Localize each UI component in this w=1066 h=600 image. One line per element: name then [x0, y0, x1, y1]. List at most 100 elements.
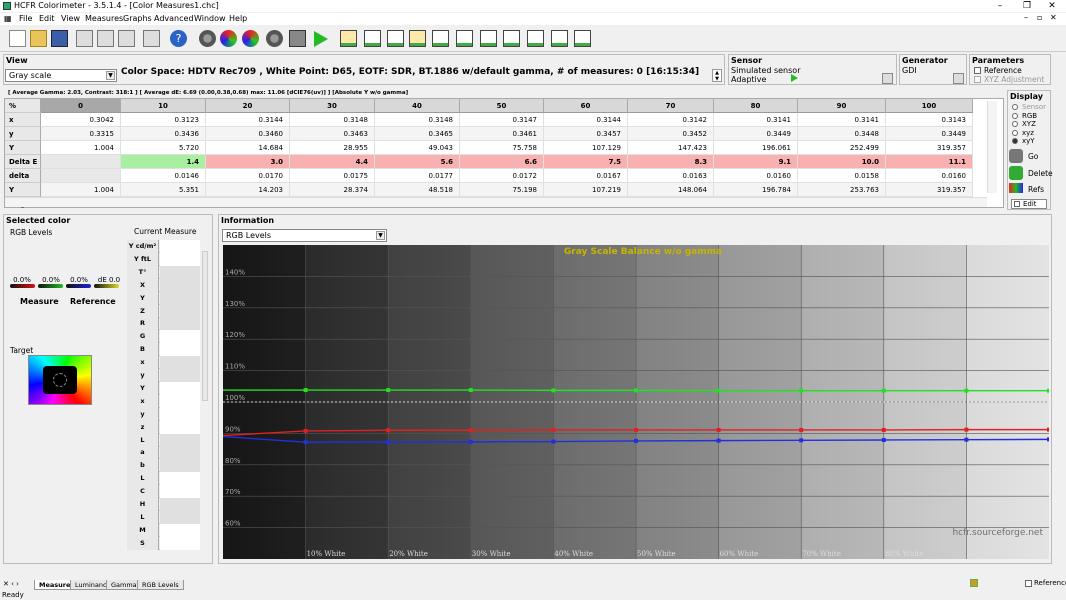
table-cell[interactable]: 252.499 — [798, 141, 886, 155]
open-folder-icon[interactable] — [30, 30, 47, 47]
table-cell[interactable]: 0.3465 — [375, 127, 460, 141]
table-cell[interactable]: 28.374 — [290, 183, 375, 197]
table-cell[interactable]: 148.064 — [628, 183, 714, 197]
table-cell[interactable]: 0.0170 — [206, 169, 290, 183]
table-cell[interactable]: 14.684 — [206, 141, 290, 155]
table-cell[interactable]: 8.3 — [628, 155, 714, 169]
cut-icon[interactable] — [76, 30, 93, 47]
graph-window-icon-8[interactable] — [503, 30, 520, 47]
display-radio-xyz[interactable] — [1012, 129, 1018, 136]
minimize-button[interactable]: – — [986, 0, 1014, 12]
table-cell[interactable]: 0.0167 — [544, 169, 628, 183]
table-cell[interactable]: 5.351 — [121, 183, 206, 197]
table-cell[interactable]: 0.3143 — [886, 113, 973, 127]
graph-window-icon-3[interactable] — [387, 30, 404, 47]
measure-scrollbar[interactable] — [202, 251, 208, 401]
graph-window-icon-5[interactable] — [432, 30, 449, 47]
menu-measures[interactable]: Measures — [85, 14, 123, 23]
menu-advanced[interactable]: Advanced — [154, 14, 194, 23]
column-header-20[interactable]: 20 — [206, 99, 290, 113]
table-cell[interactable]: 0.3452 — [628, 127, 714, 141]
table-cell[interactable]: 0.3141 — [714, 113, 798, 127]
paste-icon[interactable] — [118, 30, 135, 47]
graph-window-icon-6[interactable] — [456, 30, 473, 47]
new-document-icon[interactable] — [9, 30, 26, 47]
table-cell[interactable]: 319.357 — [886, 183, 973, 197]
table-cell[interactable]: 11.1 — [886, 155, 973, 169]
table-cell[interactable]: 147.423 — [628, 141, 714, 155]
table-cell[interactable]: 1.4 — [121, 155, 206, 169]
camera-icon[interactable] — [289, 30, 306, 47]
table-cell[interactable]: 0.3042 — [41, 113, 121, 127]
play-measure-icon[interactable] — [314, 31, 328, 47]
table-cell[interactable]: 0.3461 — [460, 127, 544, 141]
tab-rgb-levels[interactable]: RGB Levels — [137, 580, 184, 590]
edit-toggle[interactable]: Edit — [1011, 199, 1047, 209]
save-icon[interactable] — [51, 30, 68, 47]
table-cell[interactable]: 49.043 — [375, 141, 460, 155]
table-cell[interactable]: 7.5 — [544, 155, 628, 169]
table-cell[interactable]: 0.0146 — [121, 169, 206, 183]
table-vertical-scrollbar[interactable] — [987, 101, 997, 193]
rgb-pattern-icon[interactable] — [220, 30, 237, 47]
menu-help[interactable]: Help — [229, 14, 247, 23]
table-cell[interactable]: 5.6 — [375, 155, 460, 169]
table-cell[interactable]: 75.198 — [460, 183, 544, 197]
status-reference-checkbox[interactable] — [1025, 580, 1032, 587]
reference-checkbox[interactable] — [974, 67, 981, 74]
table-cell[interactable]: 0.3148 — [290, 113, 375, 127]
column-header-70[interactable]: 70 — [628, 99, 714, 113]
table-cell[interactable]: 0.3148 — [375, 113, 460, 127]
graph-type-select[interactable]: RGB Levels ▼ — [222, 229, 387, 242]
sensor-config-icon[interactable] — [199, 30, 216, 47]
color-pattern-icon[interactable] — [242, 30, 259, 47]
graph-window-icon-11[interactable] — [574, 30, 591, 47]
go-button[interactable]: Go — [1028, 152, 1038, 161]
refs-button[interactable]: Refs — [1028, 185, 1044, 194]
delete-icon[interactable] — [1009, 166, 1023, 180]
table-cell[interactable]: 4.4 — [290, 155, 375, 169]
table-cell[interactable]: 0.0160 — [714, 169, 798, 183]
table-cell[interactable]: 48.518 — [375, 183, 460, 197]
table-cell[interactable]: 0.3457 — [544, 127, 628, 141]
sensor-config-button[interactable] — [882, 73, 893, 84]
table-cell[interactable]: 28.955 — [290, 141, 375, 155]
menu-window[interactable]: Window — [194, 14, 226, 23]
table-cell[interactable]: 0.3147 — [460, 113, 544, 127]
table-cell[interactable]: 0.3141 — [798, 113, 886, 127]
table-cell[interactable]: 0.0177 — [375, 169, 460, 183]
column-header-80[interactable]: 80 — [714, 99, 798, 113]
table-cell[interactable]: 0.0158 — [798, 169, 886, 183]
info-scroll-spinner[interactable]: ▲ ▼ — [712, 69, 722, 82]
table-cell[interactable]: 319.357 — [886, 141, 973, 155]
column-header-100[interactable]: 100 — [886, 99, 973, 113]
copy-icon[interactable] — [97, 30, 114, 47]
rgb-levels-graph-icon[interactable] — [409, 30, 426, 47]
table-cell[interactable]: 0.3436 — [121, 127, 206, 141]
sensor-play-icon[interactable] — [791, 74, 798, 82]
column-header-90[interactable]: 90 — [798, 99, 886, 113]
mdi-restore-button[interactable]: ▫ — [1037, 13, 1042, 22]
table-cell[interactable] — [41, 169, 121, 183]
tab-nav-arrows[interactable]: ✕ ‹ › — [3, 580, 19, 588]
table-cell[interactable]: 75.758 — [460, 141, 544, 155]
table-cell[interactable]: 0.0163 — [628, 169, 714, 183]
menu-graphs[interactable]: Graphs — [123, 14, 152, 23]
maximize-button[interactable]: ❐ — [1013, 0, 1041, 12]
refs-icon[interactable] — [1009, 183, 1023, 193]
table-cell[interactable]: 0.0160 — [886, 169, 973, 183]
delete-button[interactable]: Delete — [1028, 169, 1053, 178]
table-cell[interactable]: 0.3142 — [628, 113, 714, 127]
table-cell[interactable]: 1.004 — [41, 141, 121, 155]
settings-gear-icon[interactable] — [266, 30, 283, 47]
table-cell[interactable]: 5.720 — [121, 141, 206, 155]
display-radio-sensor[interactable] — [1012, 104, 1018, 110]
mdi-close-button[interactable]: ✕ — [1050, 13, 1057, 22]
table-cell[interactable] — [41, 155, 121, 169]
go-icon[interactable] — [1009, 149, 1023, 163]
display-radio-xyz[interactable] — [1012, 121, 1018, 127]
graph-window-icon-2[interactable] — [364, 30, 381, 47]
table-cell[interactable]: 0.3463 — [290, 127, 375, 141]
table-cell[interactable]: 196.061 — [714, 141, 798, 155]
mdi-minimize-button[interactable]: – — [1024, 13, 1028, 22]
